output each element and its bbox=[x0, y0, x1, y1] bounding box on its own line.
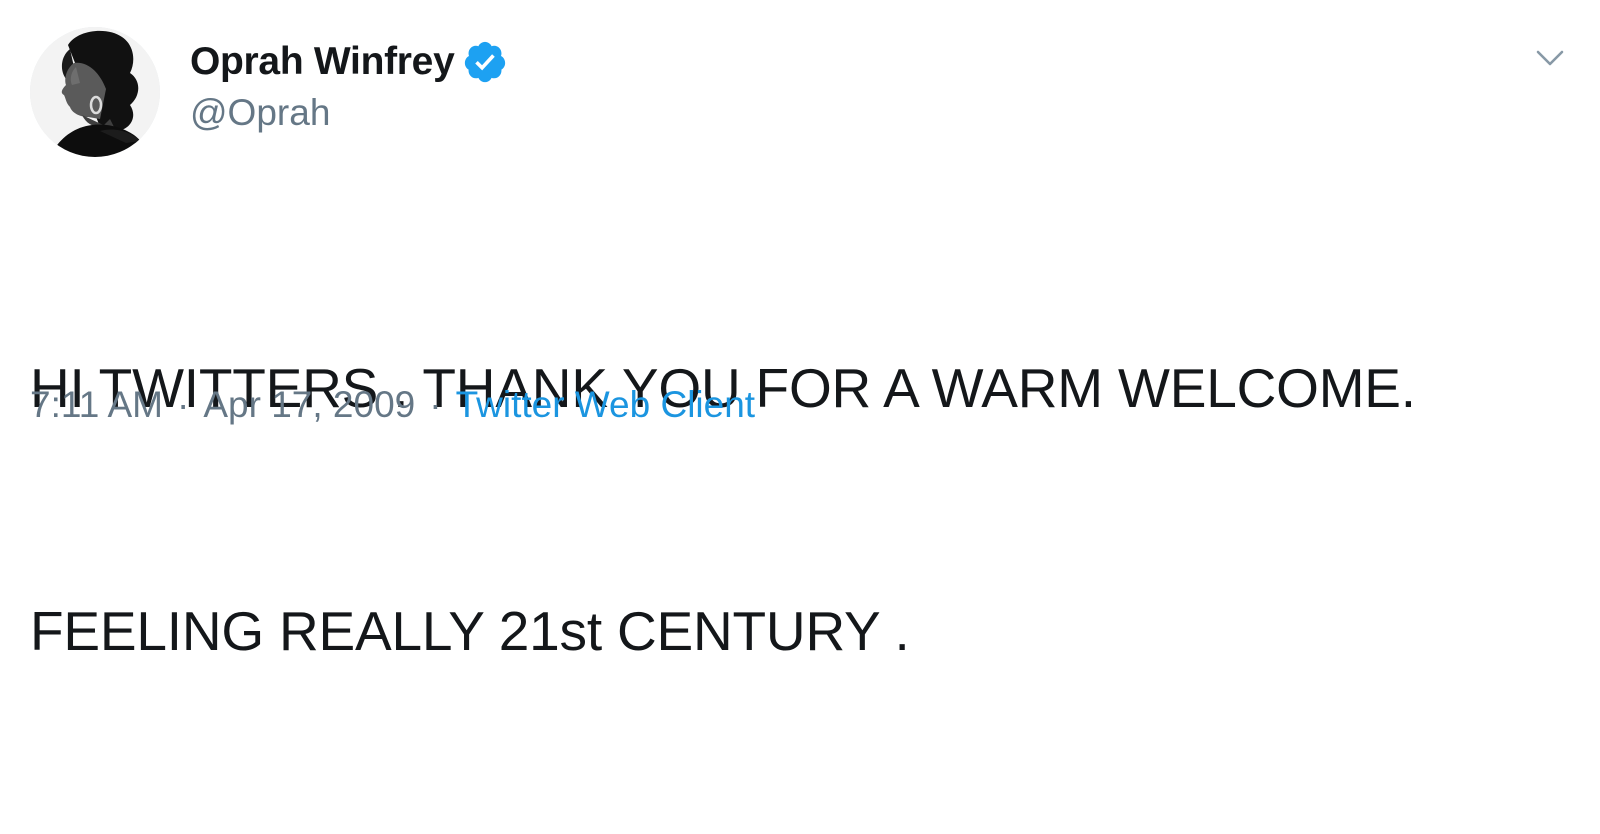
tweet-metadata: 7:11 AM · Apr 17, 2009 · Twitter Web Cli… bbox=[30, 384, 755, 426]
meta-separator: · bbox=[429, 384, 442, 425]
tweet-text: HI TWITTERS . THANK YOU FOR A WARM WELCO… bbox=[30, 186, 1570, 834]
user-handle[interactable]: @Oprah bbox=[190, 92, 330, 134]
avatar-portrait-image bbox=[30, 27, 160, 157]
chevron-down-icon[interactable] bbox=[1530, 38, 1570, 78]
avatar[interactable] bbox=[30, 27, 160, 157]
author-name-row: Oprah Winfrey bbox=[190, 36, 508, 88]
tweet-text-line: FEELING REALLY 21st CENTURY . bbox=[30, 600, 910, 662]
tweet-card: Oprah Winfrey @Oprah HI TWITTERS . THANK… bbox=[0, 0, 1600, 662]
verified-badge-icon bbox=[462, 39, 508, 85]
meta-separator: · bbox=[177, 384, 190, 425]
display-name[interactable]: Oprah Winfrey bbox=[190, 40, 455, 84]
tweet-date[interactable]: Apr 17, 2009 bbox=[203, 384, 415, 426]
tweet-time[interactable]: 7:11 AM bbox=[30, 384, 163, 426]
tweet-source-link[interactable]: Twitter Web Client bbox=[456, 384, 756, 426]
